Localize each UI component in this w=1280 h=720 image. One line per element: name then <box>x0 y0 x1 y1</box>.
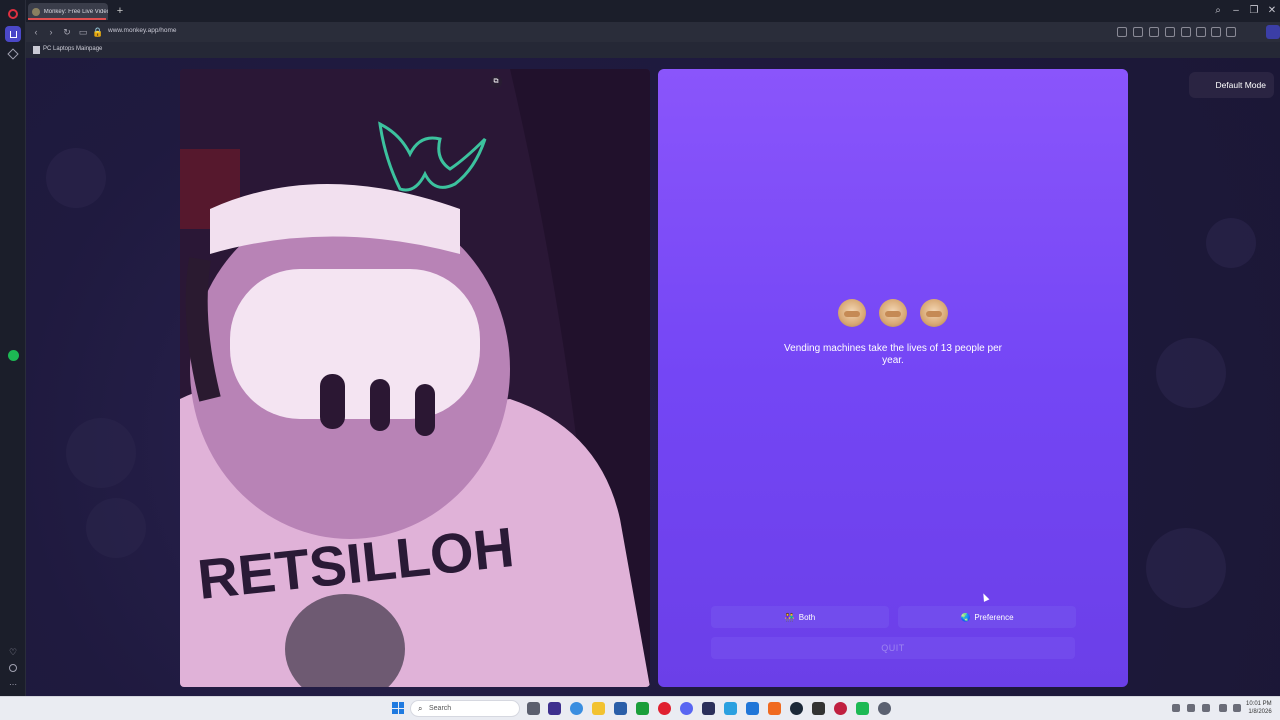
hear-no-evil-monkey-icon <box>879 299 907 327</box>
monkey-favicon-icon <box>32 7 40 16</box>
close-icon[interactable]: ✕ <box>1265 4 1279 18</box>
home-icon[interactable] <box>5 26 21 42</box>
play-icon[interactable] <box>1165 27 1175 37</box>
discord-icon[interactable] <box>680 702 693 715</box>
bookmark-page-icon <box>33 46 40 54</box>
app-icon[interactable] <box>702 702 715 715</box>
tab-bar: Monkey: Free Live Video + ⌕ – ❐ ✕ <box>26 0 1280 22</box>
see-no-evil-monkey-icon <box>838 299 866 327</box>
edge-icon[interactable] <box>570 702 583 715</box>
volume-icon[interactable] <box>1233 704 1241 712</box>
tray-app-icon[interactable] <box>1187 704 1195 712</box>
both-button[interactable]: 👫 Both <box>711 606 889 628</box>
app-icon[interactable] <box>724 702 737 715</box>
menu-icon[interactable] <box>1211 27 1221 37</box>
clock[interactable]: 10:01 PM 1/8/2026 <box>1246 700 1272 716</box>
shield-icon[interactable] <box>1149 27 1159 37</box>
restore-icon[interactable]: ❐ <box>1247 4 1261 18</box>
steam-icon[interactable] <box>790 702 803 715</box>
taskbar: ⌕ Search 10:01 PM 1/8/2026 <box>0 696 1280 720</box>
more-icon[interactable]: ⋯ <box>5 676 21 692</box>
profile-icon[interactable] <box>1226 27 1236 37</box>
background-blob <box>66 418 136 488</box>
taskbar-search[interactable]: ⌕ Search <box>410 700 520 717</box>
monkey-emojis <box>838 299 948 327</box>
xbox-icon[interactable] <box>636 702 649 715</box>
spotify-icon[interactable] <box>5 347 21 363</box>
url-field[interactable]: www.monkey.app/home <box>108 27 177 34</box>
tab-monkey[interactable]: Monkey: Free Live Video <box>28 3 108 20</box>
tray-app-icon[interactable] <box>1202 704 1210 712</box>
bookmarks-bar: PC Laptops Mainpage <box>26 42 1280 58</box>
preference-label: Preference <box>974 612 1014 622</box>
bookmark-pc-laptops[interactable]: PC Laptops Mainpage <box>43 46 102 52</box>
app-icon[interactable] <box>548 702 561 715</box>
new-tab-button[interactable]: + <box>114 5 126 17</box>
opera-icon[interactable] <box>658 702 671 715</box>
store-icon[interactable] <box>614 702 627 715</box>
forward-icon[interactable]: › <box>45 26 57 38</box>
background-blob <box>86 498 146 558</box>
tab-active-indicator <box>28 18 106 20</box>
ai-extension-icon[interactable] <box>1266 25 1280 39</box>
video-frame: RETSILLOH <box>180 69 650 687</box>
pinboard-icon[interactable] <box>5 46 21 62</box>
favorite-icon[interactable] <box>1181 27 1191 37</box>
preference-button[interactable]: 🌏 Preference <box>898 606 1076 628</box>
search-tabs-icon[interactable]: ⌕ <box>1211 4 1225 18</box>
back-icon[interactable]: ‹ <box>30 26 42 38</box>
search-placeholder: Search <box>429 705 452 712</box>
snapshot-icon[interactable] <box>1117 27 1127 37</box>
background-blob <box>46 148 106 208</box>
background-blob <box>1156 338 1226 408</box>
windows-start-icon[interactable] <box>392 702 404 714</box>
camera-icon[interactable]: ▭ <box>77 26 89 38</box>
both-label: Both <box>798 612 816 622</box>
minimize-icon[interactable]: – <box>1229 4 1243 18</box>
clock-date: 1/8/2026 <box>1248 709 1272 715</box>
address-bar: ‹ › ↻ ▭ 🔒 www.monkey.app/home <box>26 22 1280 42</box>
match-panel: Vending machines take the lives of 13 pe… <box>658 69 1128 687</box>
app-icon[interactable] <box>746 702 759 715</box>
clock-time: 10:01 PM <box>1246 701 1272 707</box>
opera-logo-icon[interactable] <box>5 6 21 22</box>
browser-sidebar: ♡ ⋯ <box>0 0 26 696</box>
quit-button[interactable]: QUIT <box>711 637 1075 659</box>
globe-icon: 🌏 <box>960 612 971 622</box>
fun-fact-text: Vending machines take the lives of 13 pe… <box>784 343 1002 366</box>
background-blob <box>1206 218 1256 268</box>
file-explorer-icon[interactable] <box>592 702 605 715</box>
wifi-icon[interactable] <box>1219 704 1227 712</box>
page-content: RETSILLOH ⧉ Vending machines take the li… <box>26 58 1280 696</box>
people-icon: 👫 <box>784 612 795 622</box>
settings-icon[interactable] <box>878 702 891 715</box>
search-icon: ⌕ <box>418 704 423 713</box>
task-view-icon[interactable] <box>527 702 540 715</box>
lock-icon: 🔒 <box>92 27 104 37</box>
tab-title: Monkey: Free Live Video <box>43 8 108 15</box>
app-icon[interactable] <box>834 702 847 715</box>
history-icon[interactable] <box>5 660 21 676</box>
heart-icon[interactable]: ♡ <box>5 644 21 660</box>
speak-no-evil-monkey-icon <box>920 299 948 327</box>
app-icon[interactable] <box>768 702 781 715</box>
default-mode-button[interactable]: Default Mode <box>1189 72 1274 98</box>
app-icon[interactable] <box>856 702 869 715</box>
background-blob <box>1146 528 1226 608</box>
reload-icon[interactable]: ↻ <box>61 26 73 38</box>
download-icon[interactable] <box>1196 27 1206 37</box>
camera-tool-icon[interactable] <box>1133 27 1143 37</box>
app-icon[interactable] <box>812 702 825 715</box>
tray-chevron-icon[interactable] <box>1172 704 1180 712</box>
webcam-video: RETSILLOH ⧉ <box>180 69 650 687</box>
picture-in-picture-button[interactable]: ⧉ <box>490 76 502 88</box>
